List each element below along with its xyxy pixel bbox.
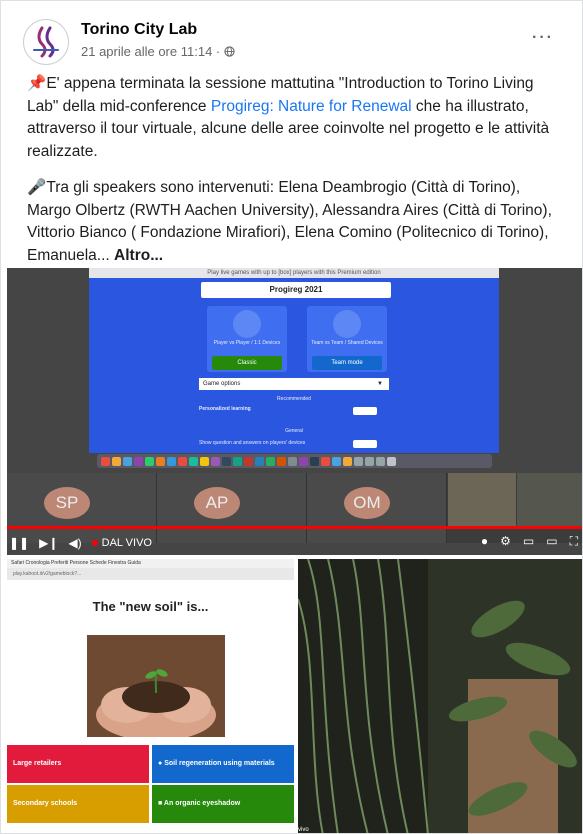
post-body: 📌E' appena terminata la sessione mattuti… (27, 73, 567, 281)
participant-initials: AP (194, 487, 240, 519)
settings-icon[interactable]: ⚙ (500, 534, 511, 549)
browser-url-bar[interactable]: play.kahoot.it/v2/gameblock?... (7, 568, 294, 580)
post-media-collage: Play live games with up to [box] players… (7, 268, 582, 833)
autoplay-icon[interactable]: ● (481, 534, 488, 549)
page-avatar[interactable] (23, 19, 69, 65)
video-controls-right: ● ⚙ ▭ ▭ ⛶ (481, 534, 578, 549)
answer-option-red[interactable]: Large retailers (7, 745, 149, 783)
soil-hands-image (87, 635, 225, 737)
game-options-select[interactable]: Game options ▼ (199, 378, 389, 390)
participant-initials: SP (44, 487, 90, 519)
theater-icon[interactable]: ▭ (546, 534, 557, 549)
video-meeting-screenshare[interactable]: Play live games with up to [box] players… (7, 268, 582, 555)
game-title: Progireg 2021 (201, 282, 391, 298)
answer-option-yellow[interactable]: Secondary schools (7, 785, 149, 823)
chevron-down-icon: ▼ (377, 381, 383, 387)
mode-label: Player vs Player / 1:1 Devices (213, 340, 281, 346)
recommended-label: Recommended (277, 396, 311, 402)
post-meta: 21 aprile alle ore 11:14 · (81, 44, 235, 59)
volume-icon[interactable]: ◀) (68, 536, 81, 550)
mode-label: Team vs Team / Shared Devices (311, 340, 383, 346)
page-name[interactable]: Torino City Lab (81, 21, 197, 39)
browser-menubar: Safari Cronologia Preferiti Persone Sche… (7, 559, 294, 568)
team-mode-button[interactable]: Team mode (312, 356, 382, 370)
video-quiz-slide[interactable]: Safari Cronologia Preferiti Persone Sche… (7, 559, 294, 833)
video-controls: ❚❚ ▶❙ ◀) DAL VIVO ● ⚙ ▭ ▭ ⛶ (7, 530, 582, 555)
video-plants-scene[interactable]: vivo (298, 559, 582, 833)
participant-initials: OM (344, 487, 390, 519)
live-dot-icon (91, 539, 98, 546)
torino-city-lab-logo-icon (33, 26, 59, 58)
personalized-toggle[interactable] (353, 407, 377, 415)
participant-camera[interactable] (517, 473, 582, 529)
answer-option-blue[interactable]: ● Soil regeneration using materials (152, 745, 294, 783)
pushpin-icon: 📌 (27, 75, 47, 92)
fullscreen-icon[interactable]: ⛶ (570, 534, 578, 549)
player-avatar-icon (233, 310, 261, 338)
hands-holding-soil-icon (87, 635, 225, 737)
answer-option-green[interactable]: ■ An organic eyeshadow (152, 785, 294, 823)
team-avatar-icon (333, 310, 361, 338)
participant-camera[interactable] (448, 473, 516, 529)
live-indicator: DAL VIVO (91, 536, 152, 549)
game-options-label: Game options (203, 381, 241, 387)
classic-button[interactable]: Classic (212, 356, 282, 370)
more-options-icon[interactable]: ··· (532, 29, 554, 47)
post-timestamp[interactable]: 21 aprile alle ore 11:14 · (81, 44, 220, 59)
shared-screen: Play live games with up to [box] players… (89, 268, 499, 453)
show-question-toggle[interactable] (353, 440, 377, 448)
plants-foliage-image (298, 559, 582, 833)
video-progress-fill (7, 526, 582, 529)
globe-icon[interactable] (224, 46, 235, 57)
progireg-link[interactable]: Progireg: Nature for Renewal (211, 98, 412, 115)
slide-title: The "new soil" is... (92, 599, 209, 614)
facebook-post: Torino City Lab 21 aprile alle ore 11:14… (0, 0, 583, 834)
next-icon[interactable]: ▶❙ (39, 536, 58, 550)
live-label: vivo (298, 827, 309, 833)
pause-icon[interactable]: ❚❚ (9, 536, 29, 550)
miniplayer-icon[interactable]: ▭ (523, 534, 534, 549)
live-label: DAL VIVO (101, 536, 152, 549)
post-paragraph-1: 📌E' appena terminata la sessione mattuti… (27, 73, 567, 163)
video-progress-bar[interactable] (7, 526, 582, 529)
answer-label: An organic eyeshadow (163, 800, 241, 807)
general-label: General (285, 428, 303, 434)
mac-dock (97, 454, 492, 468)
post-paragraph-2: 🎤Tra gli speakers sono intervenuti: Elen… (27, 177, 567, 267)
microphone-icon: 🎤 (27, 179, 47, 196)
post-header: Torino City Lab 21 aprile alle ore 11:14… (1, 1, 582, 71)
answer-label: Soil regeneration using materials (164, 760, 275, 767)
paragraph-text: Tra gli speakers sono intervenuti: Elena… (27, 179, 552, 264)
share-topbar: Play live games with up to [box] players… (89, 268, 499, 278)
see-more-link[interactable]: Altro... (114, 247, 163, 264)
